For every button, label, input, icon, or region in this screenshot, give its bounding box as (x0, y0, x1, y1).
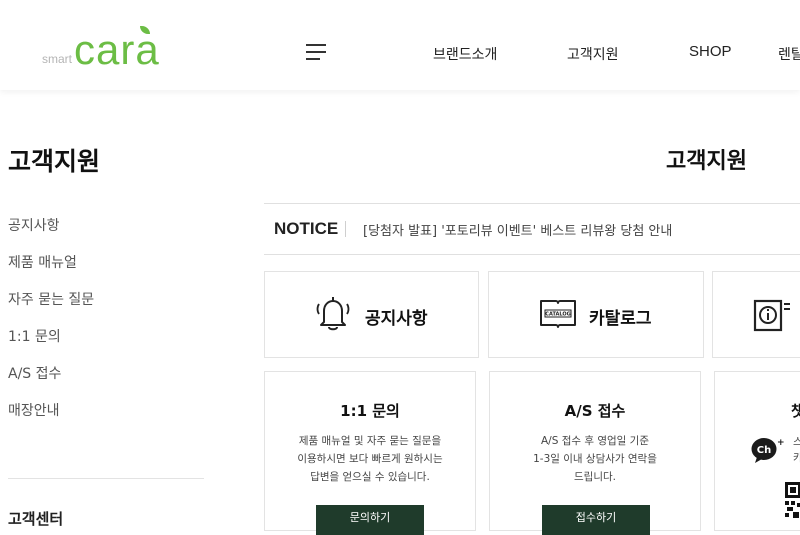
card-title: 챗 (791, 402, 800, 420)
sidebar-customer-center: 고객센터 (8, 510, 64, 528)
nav-support[interactable]: 고객지원 (567, 44, 619, 64)
hamburger-menu-icon[interactable] (306, 44, 328, 60)
card-description: 제품 매뉴얼 및 자주 묻는 질문을 이용하시면 보다 빠르게 원하시는 답변을… (265, 432, 475, 486)
sidebar-item-as[interactable]: A/S 접수 (8, 362, 94, 399)
card-desc-line: 답변을 얻으실 수 있습니다. (310, 471, 430, 483)
card-as: A/S 접수 A/S 접수 후 영업일 기준 1-3일 이내 상담사가 연락을 … (489, 371, 701, 535)
logo-name: cara (74, 26, 160, 71)
card-description: A/S 접수 후 영업일 기준 1-3일 이내 상담사가 연락을 드립니다. (490, 432, 700, 486)
logo-prefix: smart (42, 52, 72, 66)
kakao-channel-icon[interactable]: Ch + (751, 436, 785, 464)
card-description: 스 카 (793, 434, 800, 466)
nav-rental[interactable]: 렌탈 (778, 44, 800, 64)
quick-card-label: 카탈로그 (589, 309, 652, 329)
sidebar-item-faq[interactable]: 자주 묻는 질문 (8, 288, 94, 325)
card-inquiry: 1:1 문의 제품 매뉴얼 및 자주 묻는 질문을 이용하시면 보다 빠르게 원… (264, 371, 476, 535)
card-desc-line: 스 (793, 436, 800, 448)
bell-icon (316, 297, 350, 331)
qr-code-icon (785, 482, 800, 518)
catalog-book-icon: CATALOG (540, 300, 576, 328)
card-desc-line: 제품 매뉴얼 및 자주 묻는 질문을 (298, 435, 442, 447)
notice-link[interactable]: [당첨자 발표] '포토리뷰 이벤트' 베스트 리뷰왕 당첨 안내 (363, 220, 672, 239)
card-title: A/S 접수 (564, 402, 626, 420)
inquiry-button[interactable]: 문의하기 (316, 505, 424, 535)
logo[interactable]: smart cara (42, 26, 160, 71)
sidebar-item-inquiry[interactable]: 1:1 문의 (8, 325, 94, 362)
nav-brand[interactable]: 브랜드소개 (433, 44, 497, 64)
card-desc-line: 1-3일 이내 상담사가 연락을 (533, 453, 657, 465)
info-manual-icon (753, 299, 790, 332)
header: smart cara 브랜드소개 고객지원 SHOP 렌탈 (0, 0, 800, 90)
sidebar-menu: 공지사항 제품 매뉴얼 자주 묻는 질문 1:1 문의 A/S 접수 매장안내 (8, 214, 94, 436)
as-submit-button[interactable]: 접수하기 (542, 505, 650, 535)
card-desc-line: 카 (793, 452, 800, 464)
card-title: 1:1 문의 (340, 402, 400, 420)
svg-text:CATALOG: CATALOG (545, 312, 570, 318)
notice-label: NOTICE (274, 219, 339, 238)
page-title: 고객지원 (666, 149, 747, 174)
sidebar-item-notice[interactable]: 공지사항 (8, 214, 94, 251)
notice-bar: NOTICE [당첨자 발표] '포토리뷰 이벤트' 베스트 리뷰왕 당첨 안내 (264, 203, 800, 255)
card-desc-line: A/S 접수 후 영업일 기준 (540, 435, 650, 447)
card-desc-line: 드립니다. (574, 471, 616, 483)
svg-text:+: + (777, 438, 785, 448)
sidebar-item-manual[interactable]: 제품 매뉴얼 (8, 251, 94, 288)
sidebar-item-store[interactable]: 매장안내 (8, 399, 94, 436)
quick-card-notice[interactable]: 공지사항 (264, 271, 479, 358)
nav-shop[interactable]: SHOP (689, 43, 732, 60)
quick-card-label: 공지사항 (365, 309, 428, 329)
card-chat: 챗 Ch + 스 카 (714, 371, 800, 531)
sidebar-divider (8, 478, 204, 479)
sidebar-title: 고객지원 (8, 147, 101, 176)
svg-text:Ch: Ch (757, 445, 771, 456)
quick-card-manual[interactable] (712, 271, 800, 358)
notice-divider (345, 221, 346, 237)
quick-card-catalog[interactable]: CATALOG 카탈로그 (488, 271, 704, 358)
card-desc-line: 이용하시면 보다 빠르게 원하시는 (297, 453, 443, 465)
